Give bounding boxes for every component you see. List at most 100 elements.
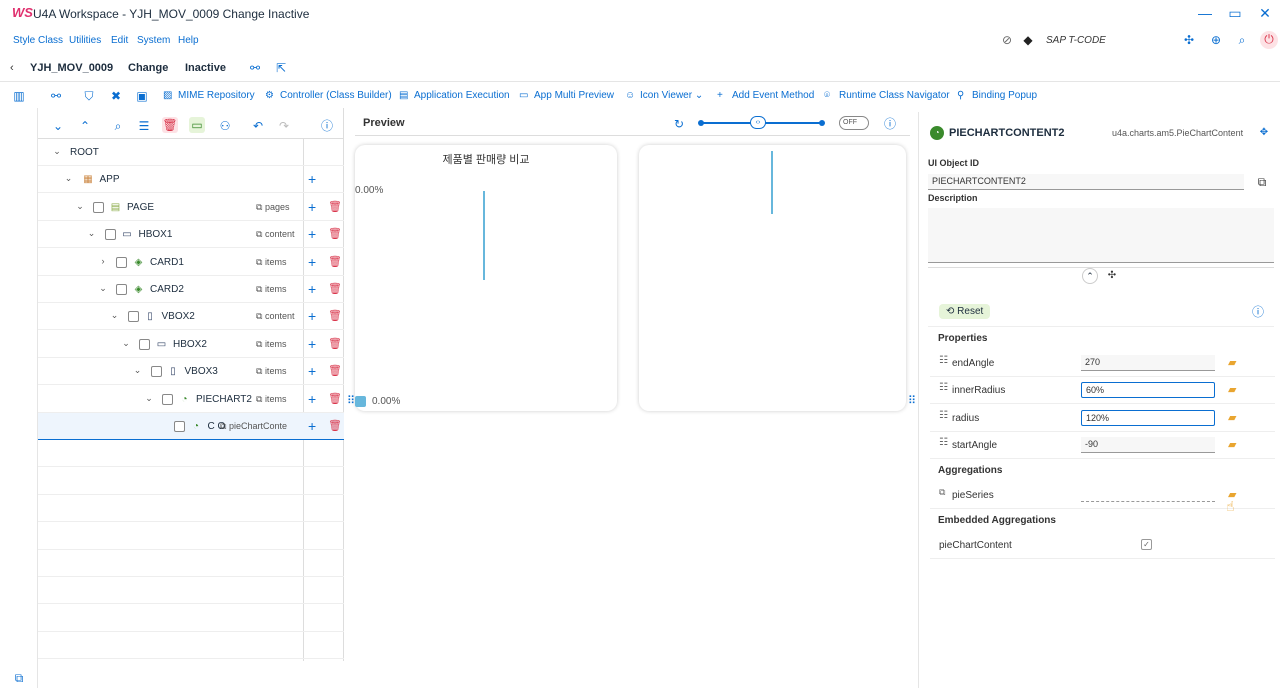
- shield-icon[interactable]: ⛉: [81, 88, 97, 104]
- row-checkbox[interactable]: [139, 338, 150, 350]
- menu-help[interactable]: Help: [178, 35, 199, 46]
- search-icon[interactable]: ⌕: [1234, 32, 1250, 48]
- pin-icon[interactable]: ✣: [1181, 32, 1197, 48]
- chevron-down-icon[interactable]: ⌄: [75, 201, 85, 212]
- chevron-down-icon[interactable]: ⌄: [144, 393, 154, 404]
- layout-icon[interactable]: ▥: [11, 88, 27, 104]
- delete-node-icon[interactable]: 🗑: [328, 337, 342, 350]
- tag-icon[interactable]: ◆: [1020, 32, 1036, 48]
- row-checkbox[interactable]: [116, 284, 127, 295]
- row-checkbox[interactable]: [104, 229, 116, 241]
- expand-all-icon[interactable]: ⌄: [50, 118, 66, 134]
- tree-list-icon[interactable]: ☰: [136, 118, 152, 134]
- chevron-down-icon[interactable]: ⌄: [121, 338, 131, 349]
- delete-node-icon[interactable]: 🗑: [328, 392, 342, 405]
- undo-icon[interactable]: ↶: [250, 118, 266, 134]
- binoculars-icon[interactable]: ⚯: [247, 60, 263, 76]
- redo-icon[interactable]: ↷: [276, 118, 292, 134]
- menu-edit[interactable]: Edit: [111, 35, 128, 46]
- tcode-input[interactable]: SAP T-CODE: [1046, 35, 1106, 46]
- maximize-icon[interactable]: ▭: [1226, 5, 1244, 21]
- delete-node-icon[interactable]: 🗑: [328, 227, 342, 240]
- monitor-icon[interactable]: ▭: [189, 117, 205, 133]
- close-icon[interactable]: ✕: [1256, 5, 1274, 21]
- property-value-field[interactable]: 270: [1081, 355, 1215, 371]
- chevron-down-icon[interactable]: ⌄: [87, 228, 97, 239]
- chevron-right-icon[interactable]: ›: [98, 256, 108, 266]
- delete-node-icon[interactable]: 🗑: [328, 309, 342, 322]
- tree-row[interactable]: ⌄ ▭ HBOX2 ⧉ items + 🗑: [38, 331, 344, 358]
- pin-icon[interactable]: ✥: [1256, 125, 1272, 141]
- minimize-icon[interactable]: —: [1196, 5, 1214, 21]
- chevron-down-icon[interactable]: ⌄: [98, 283, 108, 294]
- glasses-icon[interactable]: ⚯: [48, 88, 64, 104]
- row-checkbox[interactable]: [162, 393, 173, 405]
- tool-add-event-method[interactable]: + Add Event Method: [717, 90, 814, 101]
- external-link-icon[interactable]: ⇱: [273, 60, 289, 76]
- preview-toggle[interactable]: OFF: [839, 116, 869, 130]
- folder-icon[interactable]: ▰: [1228, 438, 1236, 451]
- tree-row[interactable]: ⌄ ▦ APP +: [38, 166, 344, 194]
- save-icon[interactable]: ▣: [134, 88, 150, 104]
- resize-handle-right[interactable]: ⠿: [908, 394, 916, 407]
- delete-node-icon[interactable]: 🗑: [328, 419, 342, 432]
- property-value-field[interactable]: -90: [1081, 436, 1215, 453]
- tree-row[interactable]: ⌄ ▭ HBOX1 ⧉ content + 🗑: [38, 221, 344, 249]
- wrench-icon[interactable]: ✖: [108, 88, 124, 104]
- user-icon[interactable]: ⚇: [217, 118, 233, 134]
- property-value-field[interactable]: 60%: [1081, 382, 1215, 399]
- add-child-icon[interactable]: +: [308, 418, 316, 434]
- row-checkbox[interactable]: [150, 366, 162, 378]
- search-icon[interactable]: ⌕: [110, 118, 126, 134]
- tool-mime-repository[interactable]: ▨ MIME Repository: [163, 90, 255, 101]
- ui-object-id-field[interactable]: PIECHARTCONTENT2: [928, 174, 1244, 190]
- help-icon[interactable]: ⓘ: [319, 118, 335, 134]
- pin-icon[interactable]: ✣: [1104, 268, 1120, 284]
- folder-icon[interactable]: ▰: [1228, 383, 1236, 396]
- add-child-icon[interactable]: +: [308, 308, 316, 324]
- menu-style-class[interactable]: Style Class: [13, 35, 63, 46]
- embedded-checkbox[interactable]: ✓: [1141, 539, 1152, 550]
- menu-system[interactable]: System: [137, 35, 170, 46]
- tree-row[interactable]: ⌄ ◈ CARD2 ⧉ items + 🗑: [38, 276, 344, 303]
- copy-icon[interactable]: ⧉: [11, 670, 27, 686]
- collapse-icon[interactable]: ⌃: [1082, 268, 1098, 284]
- add-child-icon[interactable]: +: [308, 363, 316, 379]
- chevron-down-icon[interactable]: ⌄: [52, 146, 62, 157]
- refresh-icon[interactable]: ↻: [671, 116, 687, 132]
- chevron-down-icon[interactable]: ⌄: [64, 173, 74, 184]
- collapse-all-icon[interactable]: ⌃: [77, 118, 93, 134]
- row-checkbox[interactable]: [173, 421, 185, 432]
- row-checkbox[interactable]: [127, 311, 139, 323]
- help-icon[interactable]: ⓘ: [1250, 304, 1266, 320]
- tree-row[interactable]: › ◈ CARD1 ⧉ items + 🗑: [38, 249, 344, 276]
- aggregation-binding-field[interactable]: [1081, 501, 1215, 502]
- add-child-icon[interactable]: +: [308, 171, 316, 187]
- tree-row[interactable]: ⌄ ▯ VBOX3 ⧉ items + 🗑: [38, 358, 344, 386]
- power-icon[interactable]: ⏻: [1260, 31, 1278, 49]
- tree-row[interactable]: ⌄ ROOT: [38, 139, 344, 166]
- delete-node-icon[interactable]: 🗑: [328, 364, 342, 377]
- add-child-icon[interactable]: +: [308, 336, 316, 352]
- add-child-icon[interactable]: +: [308, 226, 316, 242]
- row-checkbox[interactable]: [93, 201, 104, 213]
- tool-app-execution[interactable]: ▤ Application Execution: [399, 90, 510, 101]
- add-child-icon[interactable]: +: [308, 254, 316, 270]
- delete-node-icon[interactable]: 🗑: [328, 255, 342, 268]
- help-icon[interactable]: ⓘ: [882, 116, 898, 132]
- copy-icon[interactable]: ⧉: [1254, 174, 1270, 190]
- description-field[interactable]: [928, 208, 1274, 263]
- tool-app-multi-preview[interactable]: ▭ App Multi Preview: [519, 90, 614, 101]
- tool-icon-viewer[interactable]: ☺ Icon Viewer ⌄: [625, 90, 703, 101]
- delete-icon[interactable]: 🗑: [162, 117, 178, 133]
- property-value-field[interactable]: 120%: [1081, 409, 1215, 426]
- zoom-in-icon[interactable]: ⊕: [1208, 32, 1224, 48]
- tool-controller[interactable]: ⚙ Controller (Class Builder): [265, 90, 392, 101]
- resize-handle-left[interactable]: ⠿: [347, 394, 355, 407]
- delete-node-icon[interactable]: 🗑: [328, 200, 342, 213]
- eye-off-icon[interactable]: ⊘: [999, 32, 1015, 48]
- chevron-down-icon[interactable]: ⌄: [110, 310, 120, 321]
- tree-row[interactable]: ⌄ ▯ VBOX2 ⧉ content + 🗑: [38, 303, 344, 331]
- menu-utilities[interactable]: Utilities: [69, 35, 101, 46]
- back-button[interactable]: ‹: [10, 62, 14, 74]
